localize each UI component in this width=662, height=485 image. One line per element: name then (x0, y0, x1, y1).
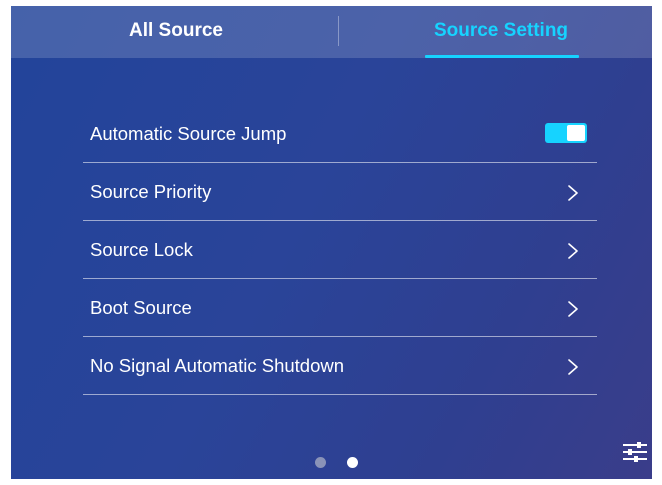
page-dot-1[interactable] (315, 457, 326, 468)
automatic-source-jump-toggle[interactable] (545, 123, 587, 143)
tab-all-source[interactable]: All Source (71, 6, 281, 58)
row-source-lock[interactable]: Source Lock (83, 221, 597, 279)
row-automatic-source-jump: Automatic Source Jump (83, 105, 597, 163)
row-label: Automatic Source Jump (90, 123, 287, 144)
settings-list: Automatic Source Jump Source Priority So… (83, 105, 597, 395)
row-source-priority[interactable]: Source Priority (83, 163, 597, 221)
tab-divider (338, 16, 339, 46)
row-label: Boot Source (90, 297, 192, 318)
row-label: Source Priority (90, 181, 212, 202)
page-dot-2-active[interactable] (347, 457, 358, 468)
source-setting-screen: All Source Source Setting Automatic Sour… (11, 6, 652, 479)
tab-source-setting[interactable]: Source Setting (396, 6, 606, 58)
row-label: No Signal Automatic Shutdown (90, 355, 345, 376)
tab-bar: All Source Source Setting (11, 6, 652, 58)
chevron-right-icon (568, 185, 578, 201)
chevron-right-icon (568, 359, 578, 375)
row-label: Source Lock (90, 239, 193, 260)
active-tab-indicator (425, 55, 579, 58)
chevron-right-icon (568, 301, 578, 317)
row-boot-source[interactable]: Boot Source (83, 279, 597, 337)
row-no-signal-automatic-shutdown[interactable]: No Signal Automatic Shutdown (83, 337, 597, 395)
chevron-right-icon (568, 243, 578, 259)
sliders-icon[interactable] (621, 439, 649, 465)
toggle-knob (567, 125, 585, 141)
